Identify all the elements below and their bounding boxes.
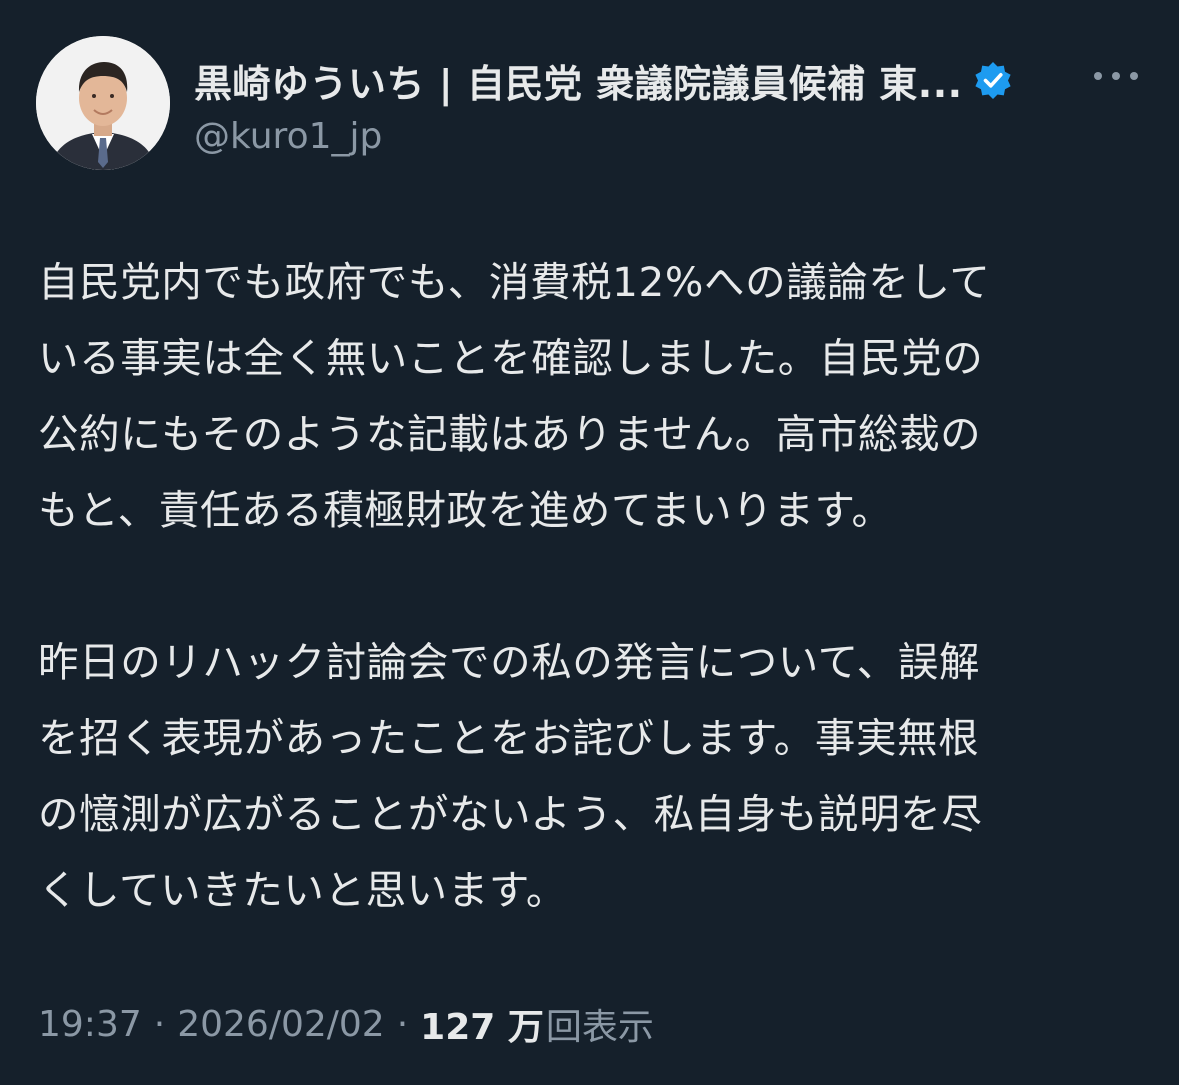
tweet-text: 自民党内でも政府でも、消費税12%への議論をして いる事実は全く無いことを確認し… xyxy=(38,244,1148,928)
views-count[interactable]: 127 万 xyxy=(420,998,544,1050)
tweet-line: の憶測が広がることがないよう、私自身も説明を尽 xyxy=(38,790,983,838)
tweet-paragraph-1: 自民党内でも政府でも、消費税12%への議論をして いる事実は全く無いことを確認し… xyxy=(38,244,1148,548)
tweet-line: くしていきたいと思います。 xyxy=(38,866,568,914)
meta-separator: · xyxy=(153,1003,166,1045)
verified-badge-icon xyxy=(973,60,1013,100)
views-label[interactable]: 回表示 xyxy=(546,998,654,1050)
more-dot-icon xyxy=(1094,72,1102,80)
profile-photo-icon xyxy=(36,36,170,170)
tweet-line: を招く表現があったことをお詫びします。事実無根 xyxy=(38,714,980,762)
tweet-line: 昨日のリハック討論会での私の発言について、誤解 xyxy=(38,638,981,686)
tweet-header: 黒崎ゆういち | 自民党 衆議院議員候補 東... @kuro1_jp xyxy=(36,36,1146,176)
author-handle[interactable]: @kuro1_jp xyxy=(194,116,382,157)
avatar[interactable] xyxy=(36,36,170,170)
meta-separator: · xyxy=(396,1003,409,1045)
tweet-line: もと、責任ある積極財政を進めてまいります。 xyxy=(38,486,893,534)
tweet-line: 自民党内でも政府でも、消費税12%への議論をして xyxy=(38,258,991,306)
more-dot-icon xyxy=(1130,72,1138,80)
more-dot-icon xyxy=(1112,72,1120,80)
author-name-row[interactable]: 黒崎ゆういち | 自民党 衆議院議員候補 東... xyxy=(194,52,1013,108)
tweet-date[interactable]: 2026/02/02 xyxy=(177,1004,385,1045)
tweet-paragraph-2: 昨日のリハック討論会での私の発言について、誤解 を招く表現があったことをお詫びし… xyxy=(38,624,1148,928)
tweet-line: いる事実は全く無いことを確認しました。自民党の xyxy=(38,334,984,382)
tweet-line: 公約にもそのような記載はありません。高市総裁の xyxy=(38,410,982,458)
tweet-time[interactable]: 19:37 xyxy=(38,1004,142,1045)
author-display-name[interactable]: 黒崎ゆういち | 自民党 衆議院議員候補 東... xyxy=(194,53,963,108)
more-options-icon[interactable] xyxy=(1094,64,1138,88)
tweet-meta: 19:37 · 2026/02/02 · 127 万 回表示 xyxy=(38,996,654,1052)
